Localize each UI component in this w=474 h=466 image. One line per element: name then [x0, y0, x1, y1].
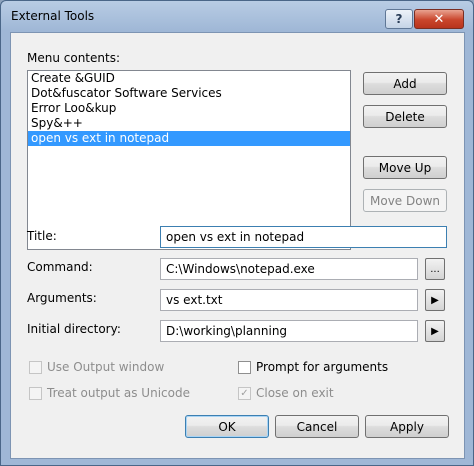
arguments-menu-button[interactable]: ▶: [425, 289, 445, 311]
move-down-button[interactable]: Move Down: [363, 189, 447, 212]
initial-directory-menu-button[interactable]: ▶: [425, 320, 445, 342]
external-tools-dialog: External Tools ? ✕ Menu contents: Create…: [0, 0, 474, 466]
use-output-window-label: Use Output window: [47, 360, 165, 374]
menu-contents-list[interactable]: Create &GUID Dot&fuscator Software Servi…: [27, 70, 351, 250]
list-item-selected[interactable]: open vs ext in notepad: [28, 131, 350, 146]
command-label: Command:: [27, 260, 93, 274]
arrow-right-icon: ▶: [431, 325, 439, 337]
ellipsis-icon: ...: [430, 263, 440, 275]
list-item[interactable]: Create &GUID: [28, 71, 350, 86]
delete-button[interactable]: Delete: [363, 105, 447, 128]
checkbox-box: [29, 386, 42, 400]
apply-button[interactable]: Apply: [365, 415, 449, 438]
close-icon: ✕: [433, 11, 445, 27]
initial-directory-label: Initial directory:: [27, 322, 121, 336]
command-field[interactable]: C:\Windows\notepad.exe: [160, 258, 418, 280]
arguments-label: Arguments:: [27, 291, 97, 305]
prompt-for-arguments-label: Prompt for arguments: [256, 360, 389, 374]
treat-output-unicode-checkbox[interactable]: Treat output as Unicode: [29, 386, 190, 400]
use-output-window-checkbox[interactable]: Use Output window: [29, 360, 164, 374]
arrow-right-icon: ▶: [431, 294, 439, 306]
title-label: Title:: [27, 229, 57, 243]
close-button[interactable]: ✕: [414, 9, 464, 29]
title-field[interactable]: open vs ext in notepad: [160, 226, 447, 248]
menu-contents-label: Menu contents:: [27, 51, 120, 65]
treat-output-unicode-label: Treat output as Unicode: [47, 386, 190, 400]
prompt-for-arguments-checkbox[interactable]: Prompt for arguments: [238, 360, 388, 374]
check-mark-icon: ✓: [238, 386, 251, 400]
window-title: External Tools: [11, 9, 95, 23]
dialog-client-area: Menu contents: Create &GUID Dot&fuscator…: [10, 32, 465, 459]
list-item[interactable]: Spy&++: [28, 116, 350, 131]
ok-button[interactable]: OK: [185, 415, 269, 438]
help-button[interactable]: ?: [385, 9, 413, 29]
title-bar[interactable]: External Tools ? ✕: [1, 1, 473, 31]
browse-command-button[interactable]: ...: [425, 258, 445, 280]
move-up-button[interactable]: Move Up: [363, 156, 447, 179]
add-button[interactable]: Add: [363, 72, 447, 95]
list-item[interactable]: Error Loo&kup: [28, 101, 350, 116]
cancel-button[interactable]: Cancel: [275, 415, 359, 438]
initial-directory-field[interactable]: D:\working\planning: [160, 320, 418, 342]
checkbox-box: [238, 360, 251, 374]
list-item[interactable]: Dot&fuscator Software Services: [28, 86, 350, 101]
checkbox-box: [29, 360, 42, 374]
close-on-exit-checkbox[interactable]: ✓ Close on exit: [238, 386, 334, 400]
close-on-exit-label: Close on exit: [256, 386, 334, 400]
arguments-field[interactable]: vs ext.txt: [160, 289, 418, 311]
